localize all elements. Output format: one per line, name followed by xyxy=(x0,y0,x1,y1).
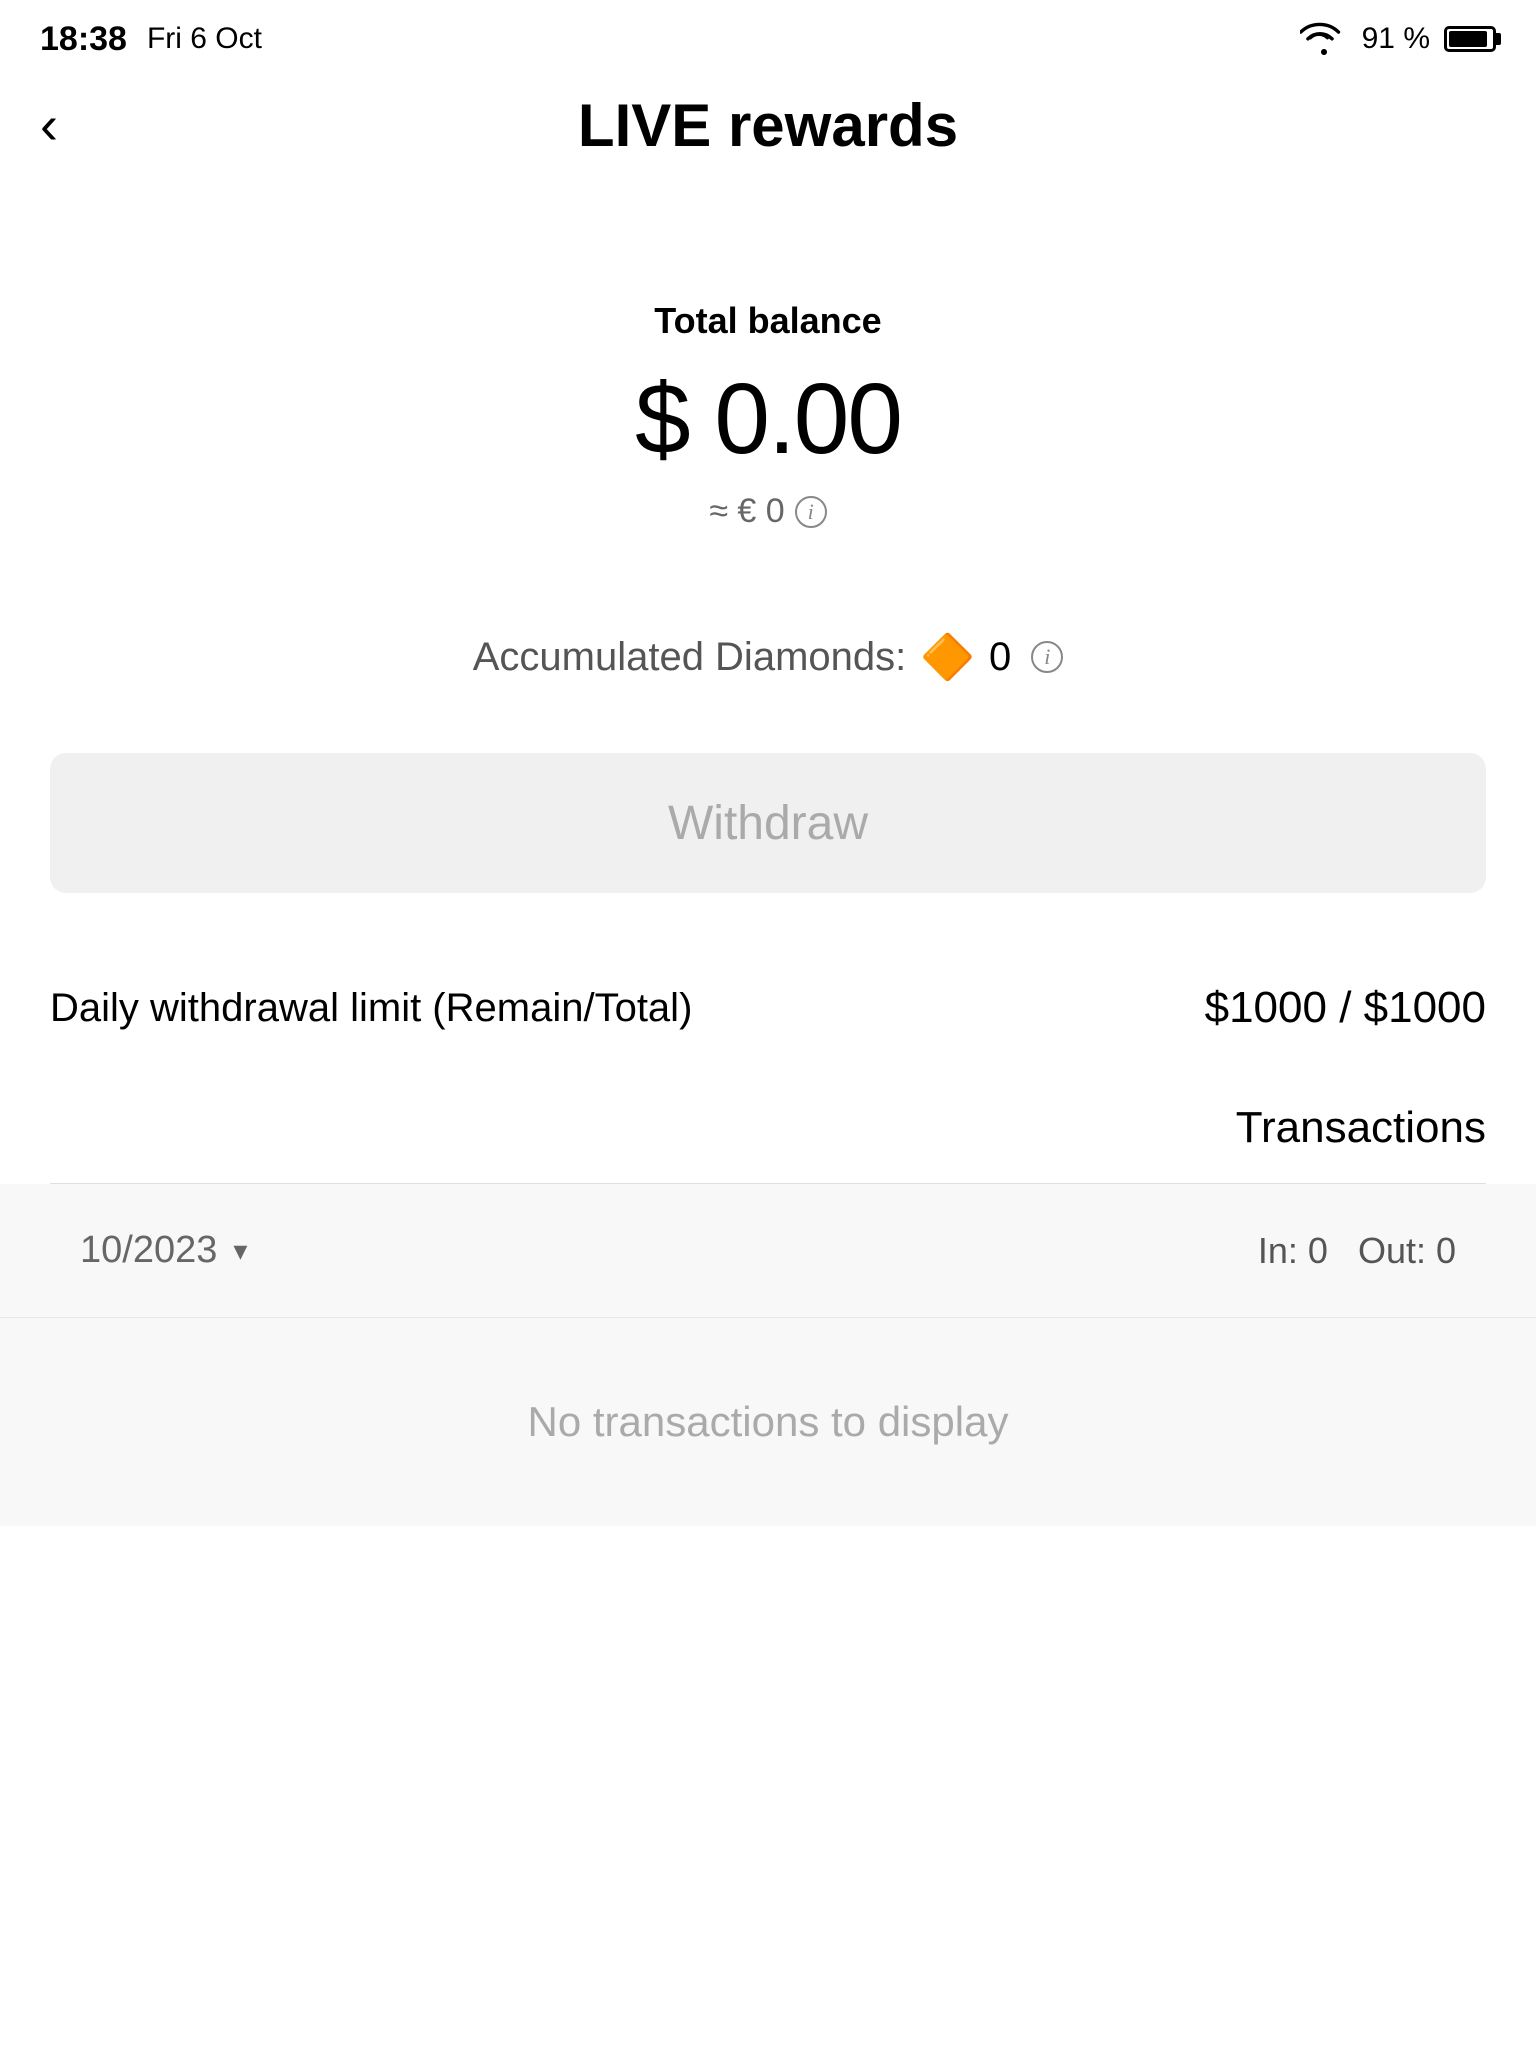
diamonds-count: 0 xyxy=(989,635,1011,680)
withdrawal-limit-label: Daily withdrawal limit (Remain/Total) xyxy=(50,986,692,1031)
withdrawal-limit-value: $1000 / $1000 xyxy=(1205,983,1486,1033)
battery-percent: 91 % xyxy=(1362,22,1430,56)
transactions-filter: 10/2023 ▾ In: 0 Out: 0 xyxy=(0,1184,1536,1318)
diamonds-info-icon[interactable]: i xyxy=(1031,641,1063,673)
status-icons: 91 % xyxy=(1300,21,1496,57)
euro-info-icon[interactable]: i xyxy=(795,496,827,528)
transactions-header: Transactions xyxy=(50,1083,1486,1184)
status-date: Fri 6 Oct xyxy=(147,22,262,56)
withdrawal-limit: Daily withdrawal limit (Remain/Total) $1… xyxy=(50,953,1486,1063)
euro-value: ≈ € 0 xyxy=(709,492,784,531)
back-button[interactable]: ‹ xyxy=(40,98,58,152)
status-bar: 18:38 Fri 6 Oct 91 % xyxy=(0,0,1536,70)
total-balance-label: Total balance xyxy=(654,300,881,342)
chevron-down-icon: ▾ xyxy=(233,1234,247,1267)
no-transactions: No transactions to display xyxy=(0,1318,1536,1526)
transactions-title: Transactions xyxy=(1236,1103,1486,1153)
out-label: Out: 0 xyxy=(1358,1230,1456,1272)
battery-fill xyxy=(1449,31,1487,47)
month-selector[interactable]: 10/2023 ▾ xyxy=(80,1229,247,1272)
no-transactions-message: No transactions to display xyxy=(528,1398,1009,1445)
balance-amount: $ 0.00 xyxy=(635,362,901,477)
wifi-icon xyxy=(1300,21,1348,57)
balance-section: Total balance $ 0.00 ≈ € 0 i xyxy=(635,300,901,581)
month-label: 10/2023 xyxy=(80,1229,217,1272)
withdraw-button[interactable]: Withdraw xyxy=(50,753,1486,893)
page-header: ‹ LIVE rewards xyxy=(0,70,1536,180)
battery-icon xyxy=(1444,26,1496,52)
main-content: Total balance $ 0.00 ≈ € 0 i Accumulated… xyxy=(0,180,1536,1184)
in-label: In: 0 xyxy=(1258,1230,1328,1272)
diamond-icon: 🔶 xyxy=(920,631,975,683)
euro-equivalent: ≈ € 0 i xyxy=(709,492,826,531)
page-title: LIVE rewards xyxy=(578,91,958,160)
transaction-summary: In: 0 Out: 0 xyxy=(1258,1230,1456,1272)
status-time: 18:38 xyxy=(40,20,127,59)
diamonds-section: Accumulated Diamonds: 🔶 0 i xyxy=(473,631,1064,683)
diamonds-label: Accumulated Diamonds: xyxy=(473,635,907,680)
